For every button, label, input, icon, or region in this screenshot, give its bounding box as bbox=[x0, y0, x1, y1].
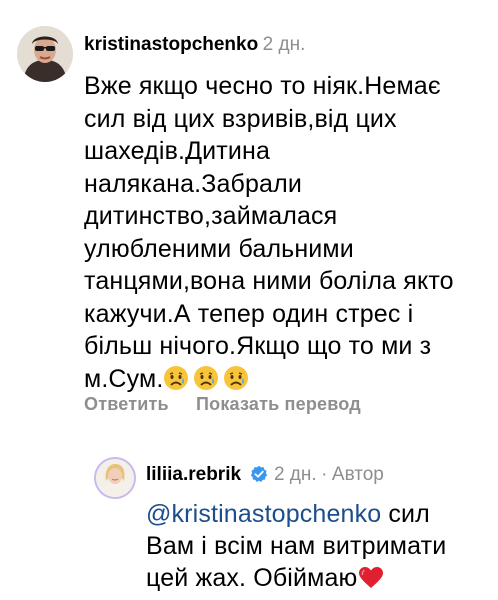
comment-line: м.Сум. bbox=[84, 364, 164, 393]
commenter-avatar[interactable] bbox=[17, 26, 73, 82]
verified-badge-icon bbox=[250, 465, 268, 488]
reply-line: цей жах. Обіймаю bbox=[146, 562, 486, 598]
reply-line-text: сил bbox=[388, 500, 430, 528]
comment-line: шахедів.Дитина bbox=[84, 137, 271, 165]
avatar-portrait-icon bbox=[17, 26, 73, 82]
commenter-username[interactable]: kristinastopchenko bbox=[84, 34, 258, 55]
author-label: Автор bbox=[331, 464, 384, 485]
reply-line-text: цей жах. Обіймаю bbox=[146, 564, 358, 592]
reply-line: Вам і всім нам витримати bbox=[146, 532, 447, 560]
avatar-portrait-icon bbox=[96, 459, 134, 497]
comment-line: більш нічого.Якщо що то ми з bbox=[84, 332, 432, 360]
comment-line: дитинство,займалася bbox=[84, 202, 338, 230]
comment-line: улюбленими бальними bbox=[84, 234, 354, 263]
reply-time: 2 дн. bbox=[273, 464, 317, 485]
comment-text: Вже якщо чесно то ніяк.Немає сил від цих… bbox=[84, 70, 484, 399]
separator-dot: · bbox=[321, 464, 328, 485]
comment-time: 2 дн. bbox=[262, 34, 306, 55]
reply-header: liliia.rebrik 2 дн. · Автор bbox=[146, 464, 384, 488]
mention-link[interactable]: @kristinastopchenko bbox=[146, 500, 381, 528]
comment-line: Вже якщо чесно то ніяк.Немає bbox=[84, 72, 441, 100]
reply-text: @kristinastopchenko сил Вам і всім нам в… bbox=[146, 498, 486, 598]
red-heart-emoji-icon bbox=[358, 566, 384, 598]
comment-header: kristinastopchenko 2 дн. bbox=[84, 34, 305, 56]
reply-button[interactable]: Ответить bbox=[84, 394, 169, 414]
comment-line: танцями,вона ними боліла якто bbox=[84, 267, 454, 295]
comment-line: налякана.Забрали bbox=[84, 169, 302, 198]
author-username[interactable]: liliia.rebrik bbox=[146, 464, 241, 485]
author-avatar[interactable] bbox=[94, 457, 136, 499]
reply-line: @kristinastopchenko сил bbox=[146, 498, 486, 530]
comment-line: сил від цих взривів,від цих bbox=[84, 104, 397, 133]
comment-line: кажучи.А тепер один стрес і bbox=[84, 299, 414, 328]
show-translation-button[interactable]: Показать перевод bbox=[196, 394, 361, 414]
comment-actions: Ответить Показать перевод bbox=[84, 394, 383, 415]
